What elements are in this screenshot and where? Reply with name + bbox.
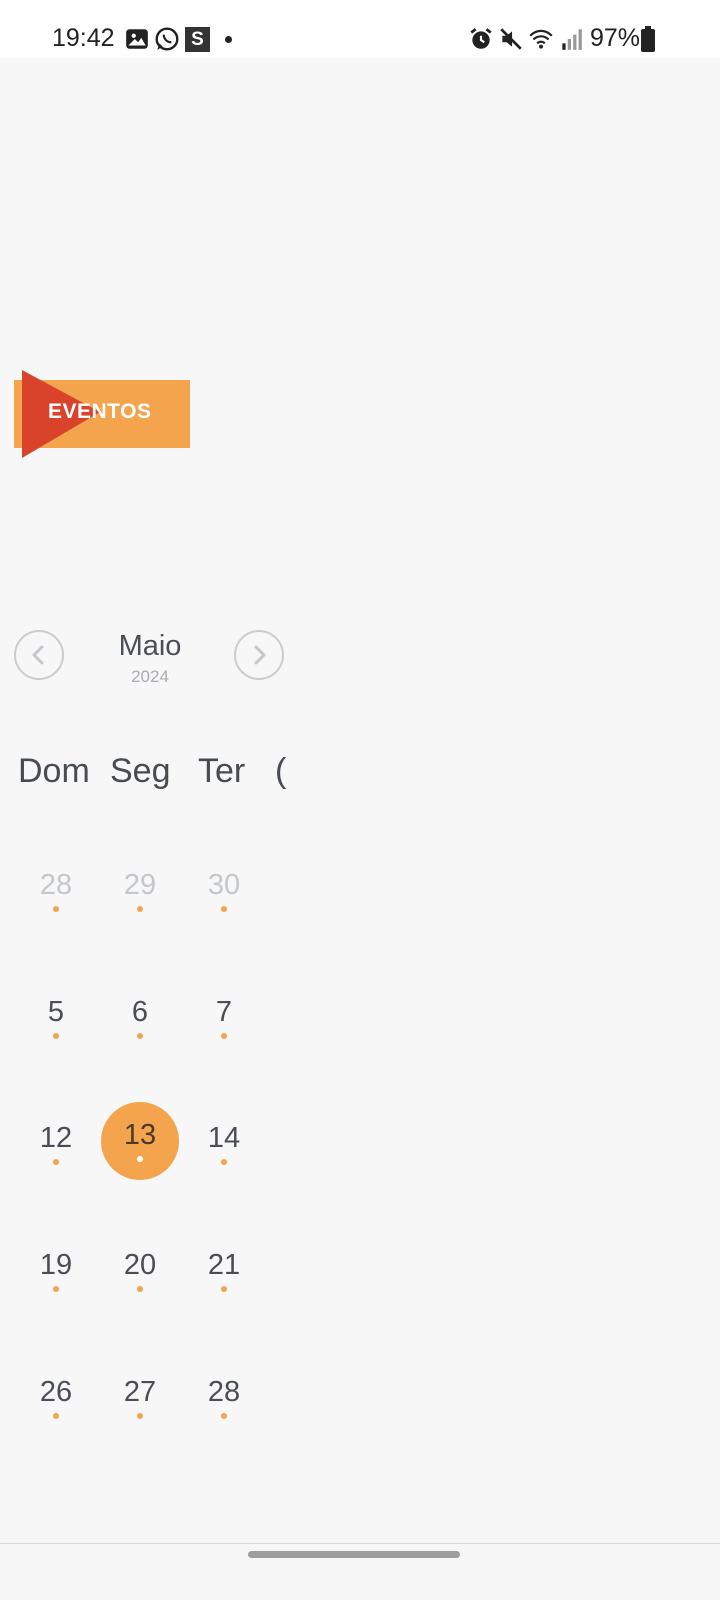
events-banner: EVENTOS xyxy=(14,370,194,460)
event-dot xyxy=(221,1413,227,1419)
event-dot xyxy=(221,1286,227,1292)
event-dot xyxy=(221,906,227,912)
month-label: Maio xyxy=(118,630,182,662)
day-number: 26 xyxy=(39,1376,73,1408)
bottom-divider xyxy=(0,1543,720,1544)
day-cell[interactable]: 14 xyxy=(182,1102,266,1186)
day-cell[interactable]: 6 xyxy=(98,976,182,1060)
day-cell[interactable]: 28 xyxy=(14,849,98,933)
status-bar: 19:42 S 97% xyxy=(0,0,720,58)
day-cell[interactable]: 26 xyxy=(14,1356,98,1440)
day-cell[interactable]: 29 xyxy=(98,849,182,933)
day-cell-selected[interactable]: 13 xyxy=(98,1099,182,1183)
home-indicator[interactable] xyxy=(248,1551,460,1558)
event-dot xyxy=(137,1156,143,1162)
event-dot xyxy=(221,1033,227,1039)
event-dot xyxy=(137,906,143,912)
battery-icon xyxy=(641,26,655,52)
chevron-left-icon xyxy=(32,645,44,665)
prev-month-button[interactable] xyxy=(14,630,64,680)
mute-icon xyxy=(500,28,522,50)
day-cell[interactable]: 20 xyxy=(98,1229,182,1313)
year-label: 2024 xyxy=(131,667,169,686)
banner-title: EVENTOS xyxy=(48,400,152,423)
day-number: 19 xyxy=(39,1249,73,1281)
day-number: 30 xyxy=(207,869,241,901)
day-number: 21 xyxy=(207,1249,241,1281)
event-dot xyxy=(137,1033,143,1039)
day-number: 13 xyxy=(123,1119,157,1151)
event-dot xyxy=(53,1159,59,1165)
day-number: 28 xyxy=(39,869,73,901)
day-number: 28 xyxy=(207,1376,241,1408)
weekday-seg: Seg xyxy=(110,752,171,790)
day-number: 27 xyxy=(123,1376,157,1408)
event-dot xyxy=(137,1413,143,1419)
weekday-qua: ( xyxy=(275,752,286,790)
day-number: 20 xyxy=(123,1249,157,1281)
event-dot xyxy=(53,1413,59,1419)
day-cell[interactable]: 27 xyxy=(98,1356,182,1440)
wifi-icon xyxy=(529,29,553,49)
whatsapp-icon xyxy=(155,27,179,51)
signal-icon xyxy=(562,29,582,50)
status-time: 19:42 xyxy=(52,24,115,52)
event-dot xyxy=(137,1286,143,1292)
day-cell[interactable]: 28 xyxy=(182,1356,266,1440)
day-cell[interactable]: 7 xyxy=(182,976,266,1060)
day-cell[interactable]: 19 xyxy=(14,1229,98,1313)
event-dot xyxy=(221,1159,227,1165)
weekday-dom: Dom xyxy=(18,752,90,790)
day-number: 12 xyxy=(39,1122,73,1154)
event-dot xyxy=(53,1033,59,1039)
event-dot xyxy=(53,906,59,912)
day-cell[interactable]: 30 xyxy=(182,849,266,933)
day-cell[interactable]: 5 xyxy=(14,976,98,1060)
day-cell[interactable]: 12 xyxy=(14,1102,98,1186)
day-number: 7 xyxy=(215,996,233,1028)
battery-percentage: 97% xyxy=(590,24,641,52)
day-number: 14 xyxy=(207,1122,241,1154)
weekday-ter: Ter xyxy=(198,752,246,790)
notification-dot xyxy=(225,36,232,43)
day-number: 6 xyxy=(131,996,149,1028)
gallery-icon xyxy=(126,29,148,49)
day-cell[interactable]: 21 xyxy=(182,1229,266,1313)
s-app-icon: S xyxy=(185,27,210,52)
day-number: 5 xyxy=(47,996,65,1028)
chevron-right-icon xyxy=(254,645,266,665)
next-month-button[interactable] xyxy=(234,630,284,680)
day-number: 29 xyxy=(123,869,157,901)
weekday-header: Dom Seg Ter ( xyxy=(0,752,286,802)
event-dot xyxy=(53,1286,59,1292)
alarm-icon xyxy=(470,28,492,49)
